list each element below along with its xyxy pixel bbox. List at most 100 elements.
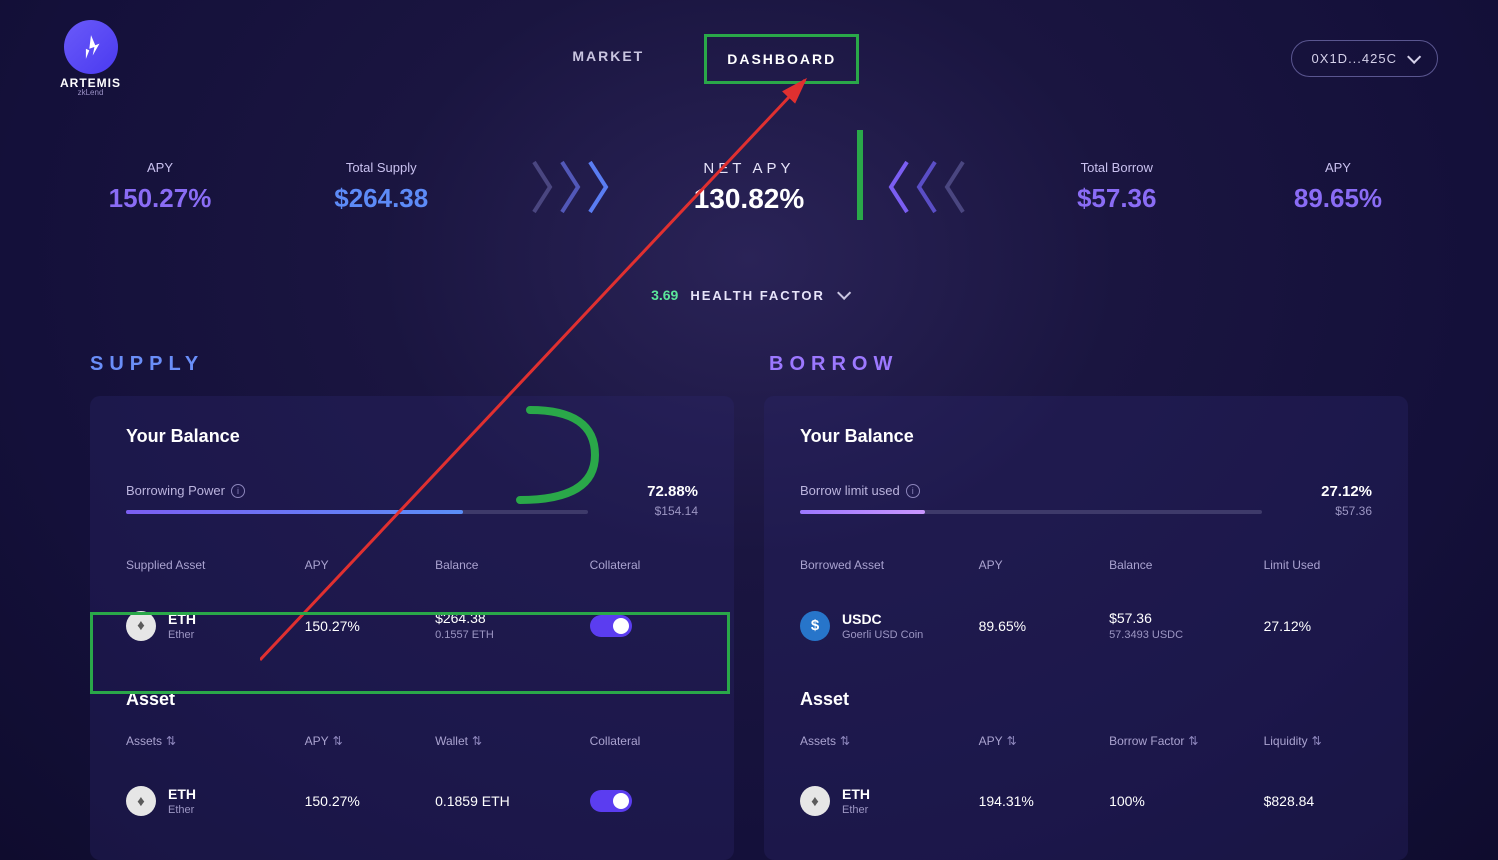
progress-fill [800, 510, 925, 514]
sort-icon: ⇅ [1007, 734, 1017, 748]
stat-label: Total Supply [311, 160, 451, 175]
cell-limit: 27.12% [1264, 618, 1372, 634]
panel-title: Your Balance [800, 426, 1372, 447]
bar-subvalue: $154.14 [618, 504, 698, 518]
info-icon[interactable]: i [231, 484, 245, 498]
col-liquidity[interactable]: Liquidity⇅ [1264, 734, 1372, 748]
stat-total-borrow: Total Borrow $57.36 [1047, 160, 1187, 214]
asset-name: Ether [842, 804, 870, 816]
cell-liquidity: $828.84 [1264, 793, 1372, 809]
chevron-down-icon [837, 286, 851, 300]
sort-icon: ⇅ [166, 734, 176, 748]
stat-value: 130.82% [694, 183, 805, 215]
col-assets[interactable]: Assets⇅ [126, 734, 295, 748]
supplied-row[interactable]: ♦ ETH Ether 150.27% $264.38 0.1557 ETH [126, 596, 698, 655]
col-asset: Supplied Asset [126, 558, 295, 572]
collateral-toggle[interactable] [590, 790, 632, 812]
sort-icon: ⇅ [1312, 734, 1322, 748]
col-factor[interactable]: Borrow Factor⇅ [1109, 734, 1254, 748]
section-titles: SUPPLY BORROW [0, 303, 1498, 396]
chevron-right-icon [532, 157, 556, 217]
eth-icon: ♦ [126, 611, 156, 641]
stat-value: $264.38 [311, 183, 451, 214]
stat-value: $57.36 [1047, 183, 1187, 214]
health-label: HEALTH FACTOR [690, 288, 825, 303]
stat-label: Total Borrow [1047, 160, 1187, 175]
stat-label: APY [90, 160, 230, 175]
progress-track [800, 510, 1262, 514]
info-icon[interactable]: i [906, 484, 920, 498]
asset-section-title: Asset [800, 689, 1372, 710]
stat-total-supply: Total Supply $264.38 [311, 160, 451, 214]
health-factor[interactable]: 3.69 HEALTH FACTOR [0, 287, 1498, 303]
panel-title: Your Balance [126, 426, 698, 447]
cell-apy: 150.27% [305, 793, 425, 809]
chevron-right-group [532, 157, 612, 217]
borrowed-row[interactable]: $ USDC Goerli USD Coin 89.65% $57.36 57.… [800, 596, 1372, 655]
cell-balance: $264.38 [435, 610, 580, 626]
col-apy[interactable]: APY⇅ [979, 734, 1099, 748]
progress-track [126, 510, 588, 514]
bar-subvalue: $57.36 [1292, 504, 1372, 518]
sort-icon: ⇅ [840, 734, 850, 748]
logo[interactable]: ARTEMIS zkLend [60, 20, 121, 97]
supply-asset-row[interactable]: ♦ ETH Ether 150.27% 0.1859 ETH [126, 772, 698, 830]
supplied-header: Supplied Asset APY Balance Collateral [126, 558, 698, 572]
stat-label: APY [1268, 160, 1408, 175]
col-apy[interactable]: APY⇅ [305, 734, 425, 748]
supply-asset-header: Assets⇅ APY⇅ Wallet⇅ Collateral [126, 734, 698, 748]
asset-symbol: ETH [168, 611, 196, 627]
asset-name: Ether [168, 804, 196, 816]
progress-fill [126, 510, 463, 514]
supply-panel: Your Balance Borrowing Power i 72.88% $1… [90, 396, 734, 860]
borrow-title: BORROW [729, 353, 1408, 376]
cell-factor: 100% [1109, 793, 1254, 809]
asset-name: Goerli USD Coin [842, 629, 923, 641]
supply-title: SUPPLY [90, 353, 729, 376]
cell-apy: 150.27% [305, 618, 425, 634]
col-apy: APY [305, 558, 425, 572]
cell-balance-sub: 0.1557 ETH [435, 629, 580, 641]
stat-label: NET APY [694, 160, 805, 177]
wallet-dropdown[interactable]: 0X1D...425C [1291, 40, 1438, 77]
bar-percent: 27.12% [1292, 483, 1372, 500]
chevron-left-icon [941, 157, 965, 217]
col-collateral: Collateral [590, 734, 698, 748]
logo-icon [64, 20, 118, 74]
chevron-left-icon [885, 157, 909, 217]
sort-icon: ⇅ [472, 734, 482, 748]
collateral-toggle[interactable] [590, 615, 632, 637]
stat-value: 150.27% [90, 183, 230, 214]
col-wallet[interactable]: Wallet⇅ [435, 734, 580, 748]
col-limit: Limit Used [1264, 558, 1372, 572]
chevron-left-group [885, 157, 965, 217]
stat-borrow-apy: APY 89.65% [1268, 160, 1408, 214]
chevron-down-icon [1407, 49, 1421, 63]
nav-dashboard[interactable]: DASHBOARD [704, 34, 859, 84]
cell-apy: 194.31% [979, 793, 1099, 809]
borrow-asset-row[interactable]: ♦ ETH Ether 194.31% 100% $828.84 [800, 772, 1372, 830]
chevron-left-icon [913, 157, 937, 217]
borrow-asset-header: Assets⇅ APY⇅ Borrow Factor⇅ Liquidity⇅ [800, 734, 1372, 748]
borrow-limit-row: Borrow limit used i 27.12% $57.36 [800, 483, 1372, 518]
bar-label: Borrowing Power i [126, 483, 588, 498]
nav-market[interactable]: MARKET [552, 34, 664, 84]
asset-symbol: ETH [842, 786, 870, 802]
bar-label: Borrow limit used i [800, 483, 1262, 498]
col-balance: Balance [1109, 558, 1254, 572]
eth-icon: ♦ [126, 786, 156, 816]
chevron-right-icon [588, 157, 612, 217]
eth-icon: ♦ [800, 786, 830, 816]
cell-balance-sub: 57.3493 USDC [1109, 629, 1254, 641]
stat-supply-apy: APY 150.27% [90, 160, 230, 214]
wallet-address: 0X1D...425C [1312, 51, 1397, 66]
asset-section-title: Asset [126, 689, 698, 710]
cell-apy: 89.65% [979, 618, 1099, 634]
col-assets[interactable]: Assets⇅ [800, 734, 969, 748]
bar-label-text: Borrow limit used [800, 483, 900, 498]
health-value: 3.69 [651, 287, 678, 303]
cell-balance: $57.36 [1109, 610, 1254, 626]
stat-net-apy: NET APY 130.82% [694, 160, 805, 215]
dashboard-panels: Your Balance Borrowing Power i 72.88% $1… [0, 396, 1498, 860]
asset-symbol: USDC [842, 611, 923, 627]
